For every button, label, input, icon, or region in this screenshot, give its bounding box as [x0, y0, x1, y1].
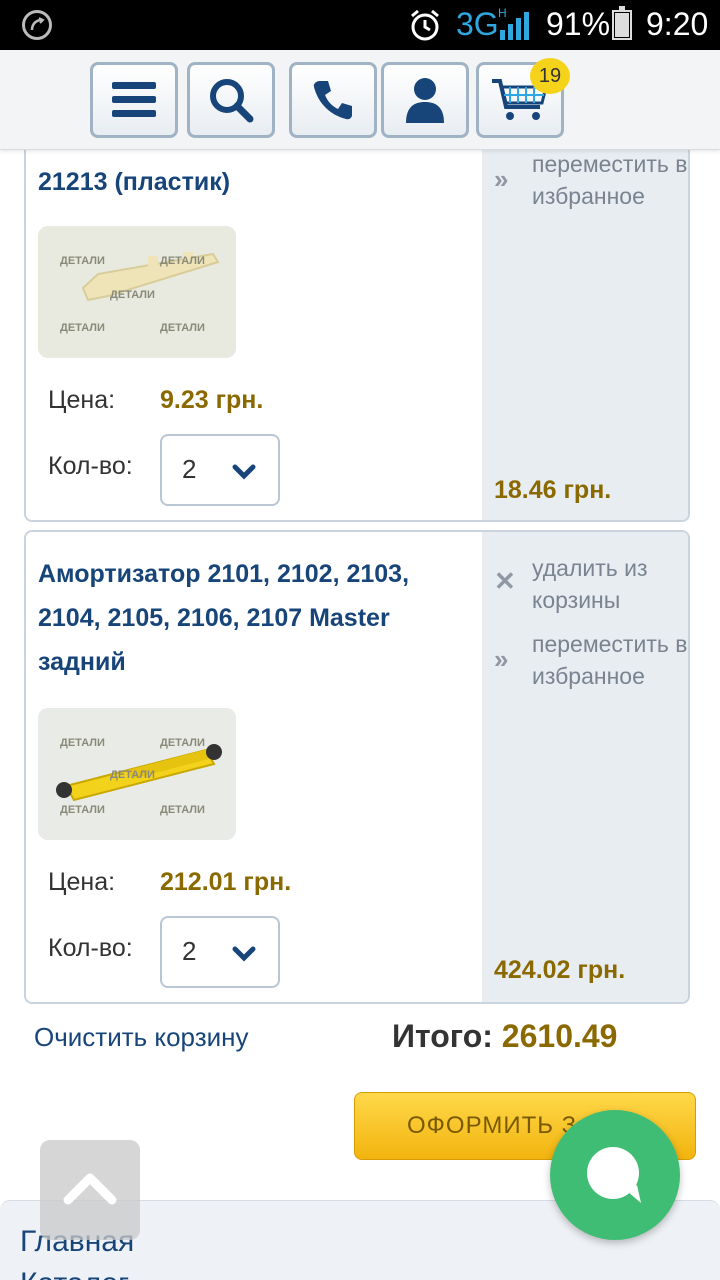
total-label: Итого:	[392, 1018, 493, 1054]
quantity-select[interactable]: 2	[160, 916, 280, 988]
move-to-favorites-icon[interactable]: »	[494, 164, 508, 195]
watermark: ДЕТАЛИ	[160, 255, 205, 267]
chevron-up-icon	[63, 1173, 117, 1205]
item-price: 9.23 грн.	[160, 386, 264, 414]
item-price: 212.01 грн.	[160, 868, 292, 896]
cart-count-badge: 19	[530, 58, 570, 94]
move-to-favorites-link[interactable]: переместить в избранное	[532, 148, 688, 212]
clear-cart-link[interactable]: Очистить корзину	[34, 1022, 249, 1053]
chevron-down-icon	[232, 464, 256, 480]
watermark: ДЕТАЛИ	[60, 322, 105, 334]
cart-item: Амортизатор 2101, 2102, 2103, 2104, 2105…	[24, 530, 690, 1004]
cart-item: 21213 (пластик) » переместить в избранно…	[24, 130, 690, 522]
watermark: ДЕТАЛИ	[60, 804, 105, 816]
status-bar: 3G H 91% 9:20	[0, 0, 720, 50]
item-title[interactable]: 21213 (пластик)	[38, 160, 478, 204]
network-indicator: 3G H	[456, 6, 507, 42]
phone-button[interactable]	[289, 62, 377, 138]
total-value: 2610.49	[501, 1018, 618, 1054]
move-to-favorites-link[interactable]: переместить в избранное	[532, 628, 688, 692]
menu-button[interactable]	[90, 62, 178, 138]
grand-total: Итого: 2610.49	[392, 1018, 617, 1055]
item-total: 18.46 грн.	[494, 476, 612, 504]
sync-icon	[22, 10, 52, 40]
quantity-select[interactable]: 2	[160, 434, 280, 506]
chat-icon	[587, 1147, 641, 1203]
quantity-value: 2	[182, 454, 197, 484]
nav-item-catalog[interactable]: Каталог	[20, 1267, 129, 1280]
item-title[interactable]: Амортизатор 2101, 2102, 2103, 2104, 2105…	[38, 552, 478, 684]
search-icon	[210, 79, 254, 123]
menu-icon	[112, 82, 156, 117]
close-icon[interactable]: ✕	[494, 566, 516, 597]
price-label: Цена:	[48, 386, 116, 414]
user-icon	[406, 78, 444, 123]
move-to-favorites-icon[interactable]: »	[494, 644, 508, 675]
clock: 9:20	[646, 6, 709, 42]
watermark: ДЕТАЛИ	[110, 289, 155, 301]
watermark: ДЕТАЛИ	[60, 737, 105, 749]
chat-button[interactable]	[550, 1110, 680, 1240]
watermark: ДЕТАЛИ	[60, 255, 105, 267]
alarm-icon	[411, 9, 439, 41]
signal-icon	[500, 12, 529, 40]
quantity-value: 2	[182, 936, 197, 966]
price-label: Цена:	[48, 868, 116, 896]
search-button[interactable]	[187, 62, 275, 138]
battery-percent: 91%	[546, 6, 611, 42]
checkout-label: ОФОРМИТЬ З	[407, 1112, 578, 1139]
item-image[interactable]: ДЕТАЛИ ДЕТАЛИ ДЕТАЛИ ДЕТАЛИ ДЕТАЛИ	[38, 708, 236, 840]
phone-icon	[313, 81, 352, 120]
item-total: 424.02 грн.	[494, 956, 626, 984]
item-image[interactable]: ДЕТАЛИ ДЕТАЛИ ДЕТАЛИ ДЕТАЛИ ДЕТАЛИ	[38, 226, 236, 358]
watermark: ДЕТАЛИ	[160, 322, 205, 334]
chevron-down-icon	[232, 946, 256, 962]
watermark: ДЕТАЛИ	[160, 737, 205, 749]
qty-label: Кол-во:	[48, 452, 133, 480]
scroll-to-top-button[interactable]	[40, 1140, 140, 1240]
watermark: ДЕТАЛИ	[110, 769, 155, 781]
account-button[interactable]	[381, 62, 469, 138]
battery-icon	[612, 6, 632, 40]
remove-from-cart-link[interactable]: удалить из корзины	[532, 552, 688, 616]
watermark: ДЕТАЛИ	[160, 804, 205, 816]
qty-label: Кол-во:	[48, 934, 133, 962]
app-toolbar	[0, 50, 720, 150]
